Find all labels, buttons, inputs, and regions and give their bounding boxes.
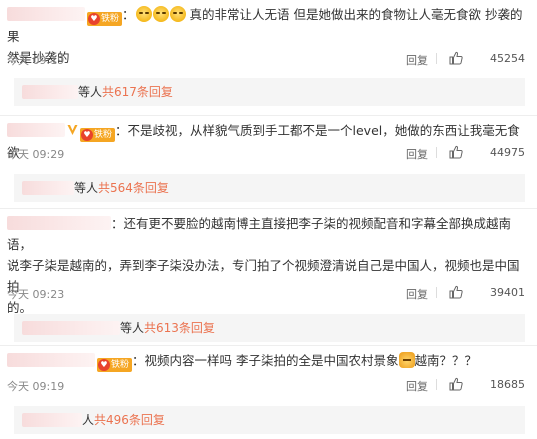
blurred-username[interactable] xyxy=(7,7,85,21)
blurred-username[interactable] xyxy=(7,123,65,137)
replies-summary[interactable]: 人共496条回复 xyxy=(14,406,525,434)
comment-meta: 今天 09:29 回复 44975 xyxy=(7,145,525,162)
thumbs-up-icon[interactable] xyxy=(449,285,463,299)
like-count: 44975 xyxy=(490,146,525,159)
blurred-username[interactable] xyxy=(7,216,111,230)
meta-divider xyxy=(436,379,437,390)
thumbs-up-icon[interactable] xyxy=(449,377,463,391)
reply-button[interactable]: 回复 xyxy=(406,52,428,68)
fan-badge: ♥ 铁粉 xyxy=(80,128,116,142)
comment-meta: 今天 09:19 回复 18685 xyxy=(7,377,525,394)
like-count: 39401 xyxy=(490,286,525,299)
like-count: 45254 xyxy=(490,52,525,65)
thumbs-up-icon[interactable] xyxy=(449,145,463,159)
replies-others: 等人 xyxy=(74,181,99,195)
timestamp: 今天 09:19 xyxy=(7,380,65,393)
fan-badge-icon: ♥ xyxy=(88,13,100,25)
reply-button[interactable]: 回复 xyxy=(406,378,428,394)
replies-summary[interactable]: 等人共617条回复 xyxy=(14,78,525,106)
timestamp: 今天 09:23 xyxy=(7,288,65,301)
comment-text-part: ：视频内容一样吗 李子柒拍的全是中国农村景象 xyxy=(132,353,399,368)
comment-meta: 今天 09:23 回复 39401 xyxy=(7,285,525,302)
replies-summary[interactable]: 等人共564条回复 xyxy=(14,174,525,202)
blurred-username[interactable] xyxy=(7,353,95,367)
meta-divider xyxy=(436,53,437,64)
fan-badge-label: 铁粉 xyxy=(111,360,130,370)
blurred-username xyxy=(22,85,78,99)
reply-button[interactable]: 回复 xyxy=(406,286,428,302)
replies-summary[interactable]: 等人共613条回复 xyxy=(14,314,525,342)
replies-others: 等人 xyxy=(120,321,145,335)
timestamp: 今天 09:29 xyxy=(7,148,65,161)
like-count: 18685 xyxy=(490,378,525,391)
replies-count-link[interactable]: 共496条回复 xyxy=(94,413,165,427)
comment-text-part: 越南？？？ xyxy=(414,353,478,368)
emoji-face-icon xyxy=(135,6,152,22)
meta-divider xyxy=(436,287,437,298)
comment-item: ♥ 铁粉： 真的非常让人无语 但是她做出来的食物让人毫无食欲 抄袭的果 然是抄袭的… xyxy=(0,0,537,110)
blurred-username xyxy=(22,413,82,427)
fan-badge-icon: ♥ xyxy=(81,129,93,141)
cat-emoji-icon xyxy=(398,352,415,368)
fan-badge: ♥ 铁粉 xyxy=(87,12,123,26)
thumbs-up-icon[interactable] xyxy=(449,51,463,65)
comment-text-line: 的。 xyxy=(7,300,33,315)
comment-item: ♥ 铁粉 ：视频内容一样吗 李子柒拍的全是中国农村景象 越南？？？ 今天 09:19 … xyxy=(0,346,537,439)
replies-others: 人 xyxy=(82,413,95,427)
fan-badge-icon: ♥ xyxy=(98,359,110,371)
fan-badge: ♥ 铁粉 xyxy=(97,358,133,372)
fan-badge-label: 铁粉 xyxy=(94,130,113,140)
fan-badge-label: 铁粉 xyxy=(101,14,120,24)
replies-count-link[interactable]: 共617条回复 xyxy=(102,85,173,99)
emoji-face-icon xyxy=(152,6,169,22)
verified-v-icon xyxy=(67,125,78,135)
meta-divider xyxy=(436,147,437,158)
replies-others: 等人 xyxy=(78,85,103,99)
reply-button[interactable]: 回复 xyxy=(406,146,428,162)
blurred-username xyxy=(22,181,74,195)
comment-body: ：还有更不要脸的越南博主直接把李子柒的视频配音和字幕全部换成越南语， 说李子柒是… xyxy=(7,213,525,318)
comment-item: ：还有更不要脸的越南博主直接把李子柒的视频配音和字幕全部换成越南语， 说李子柒是… xyxy=(0,209,537,344)
replies-count-link[interactable]: 共564条回复 xyxy=(98,181,169,195)
comment-item: ♥ 铁粉 ：不是歧视，从样貌气质到手工都不是一个level，她做的东西让我毫无食欲 … xyxy=(0,116,537,206)
comment-body: ♥ 铁粉 ：视频内容一样吗 李子柒拍的全是中国农村景象 越南？？？ xyxy=(7,350,525,372)
comment-meta: 今天 09:19 回复 45254 xyxy=(7,51,525,68)
emoji-face-icon xyxy=(169,6,186,22)
timestamp: 今天 09:19 xyxy=(7,54,65,67)
replies-count-link[interactable]: 共613条回复 xyxy=(144,321,215,335)
blurred-username xyxy=(22,321,120,335)
